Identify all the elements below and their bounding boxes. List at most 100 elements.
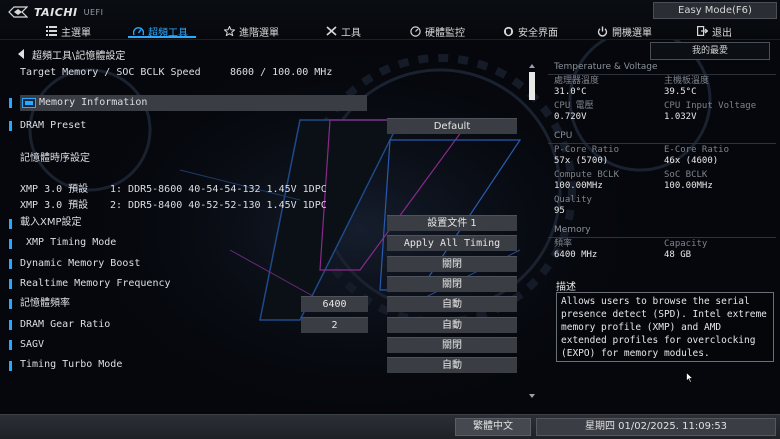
tab-exit-label: 退出: [712, 27, 732, 39]
cpu-input-voltage-label: CPU Input Voltage: [664, 101, 757, 111]
soc-bclk-value: 100.00MHz: [664, 181, 713, 191]
compute-bclk-value: 100.00MHz: [554, 181, 603, 191]
target-memory-value: 8600 / 100.00 MHz: [230, 67, 333, 78]
sagv-value[interactable]: 關閉: [387, 337, 517, 353]
favorites-button[interactable]: 我的最愛: [650, 42, 770, 60]
xmp-timing-mode-label[interactable]: XMP Timing Mode: [26, 236, 116, 250]
tab-boot-label: 開機選單: [612, 27, 652, 39]
tools-icon: [326, 26, 337, 36]
scroll-up-arrow-icon[interactable]: [529, 64, 535, 68]
power-icon: [597, 26, 608, 37]
temp-voltage-heading: Temperature & Voltage: [554, 62, 658, 72]
mb-temp-label: 主機板溫度: [664, 76, 710, 86]
row-marker: [9, 279, 12, 289]
tab-tools-label: 工具: [341, 27, 361, 39]
tab-boot[interactable]: 開機選單: [597, 22, 652, 40]
star-icon: [224, 26, 235, 36]
scrollbar-thumb[interactable]: [529, 72, 535, 100]
cpu-input-voltage-value: 1.032V: [664, 112, 697, 122]
target-memory-label: Target Memory / SOC BCLK Speed: [20, 67, 201, 78]
active-tab-underline: [128, 36, 196, 38]
row-marker: [9, 340, 12, 350]
xmp-profile-2-label: XMP 3.0 預設: [20, 200, 89, 211]
capacity-value: 48 GB: [664, 250, 692, 260]
brand-sub: UEFI: [83, 7, 104, 17]
tab-advanced-label: 進階選單: [239, 27, 279, 39]
divider: [548, 74, 776, 75]
quality-value: 95: [554, 206, 565, 216]
tab-advanced[interactable]: 進階選單: [224, 22, 279, 40]
row-marker: [9, 98, 12, 108]
back-arrow-icon[interactable]: [18, 49, 24, 59]
row-marker: [9, 259, 12, 269]
memory-information-label[interactable]: Memory Information: [39, 96, 147, 110]
row-marker: [9, 121, 12, 131]
tab-hw-monitor-label: 硬體監控: [425, 27, 465, 39]
row-marker: [9, 320, 12, 330]
xmp-profile-1-label: XMP 3.0 預設: [20, 184, 89, 195]
cpu-voltage-label: CPU 電壓: [554, 101, 594, 111]
tab-exit[interactable]: 退出: [697, 22, 732, 40]
cpu-heading: CPU: [554, 131, 573, 141]
timing-turbo-mode-value[interactable]: 自動: [387, 357, 517, 373]
cpu-voltage-value: 0.720V: [554, 112, 587, 122]
scrollbar[interactable]: [528, 68, 536, 400]
tab-main[interactable]: 主選單: [46, 22, 91, 40]
breadcrumb-text: 超頻工具\記憶體設定: [32, 50, 126, 62]
language-button[interactable]: 繁體中文: [455, 418, 531, 436]
realtime-memory-frequency-value[interactable]: 關閉: [387, 276, 517, 292]
exit-icon: [697, 26, 708, 36]
scroll-down-arrow-icon[interactable]: [529, 394, 535, 398]
row-marker: [9, 239, 12, 249]
pcore-ratio-value: 57x (5700): [554, 156, 609, 166]
cpu-temp-value: 31.0°C: [554, 87, 587, 97]
speedometer-icon: [133, 27, 144, 36]
sagv-label[interactable]: SAGV: [20, 338, 44, 352]
logo: TAICHI UEFI: [8, 5, 104, 19]
divider: [548, 237, 776, 238]
timing-turbo-mode-label[interactable]: Timing Turbo Mode: [20, 358, 122, 372]
tab-security[interactable]: 安全界面: [503, 22, 558, 40]
tab-hw-monitor[interactable]: 硬體監控: [410, 22, 465, 40]
row-marker: [9, 361, 12, 371]
xmp-timing-mode-value[interactable]: Apply All Timing: [387, 235, 517, 251]
brand-name: TAICHI: [34, 5, 78, 19]
ecore-ratio-value: 46x (4600): [664, 156, 719, 166]
cpu-temp-label: 處理器溫度: [554, 76, 600, 86]
memory-frequency-value[interactable]: 自動: [387, 296, 517, 312]
capacity-label: Capacity: [664, 239, 708, 249]
tab-main-label: 主選單: [61, 27, 91, 39]
mouse-cursor-icon: [686, 372, 694, 383]
dram-gear-ratio-value[interactable]: 自動: [387, 317, 517, 333]
main-nav: 主選單 超頻工具 進階選單 工具 硬體監控 安全界面 開機選單 退出: [0, 22, 780, 40]
memory-frequency-input[interactable]: 6400: [301, 296, 368, 312]
menu-list-icon: [46, 26, 57, 36]
dram-preset-value[interactable]: Default: [387, 118, 517, 134]
soc-bclk-label: SoC BCLK: [664, 170, 708, 180]
mb-temp-value: 39.5°C: [664, 87, 697, 97]
description-text: Allows users to browse the serial presen…: [556, 292, 774, 362]
easy-mode-button[interactable]: Easy Mode(F6): [653, 2, 777, 19]
realtime-memory-frequency-label[interactable]: Realtime Memory Frequency: [20, 277, 171, 291]
dram-preset-label[interactable]: DRAM Preset: [20, 119, 86, 133]
dram-gear-ratio-label[interactable]: DRAM Gear Ratio: [20, 318, 110, 332]
xmp-profile-1-value: 1: DDR5-8600 40-54-54-132 1.45V 1DPC: [110, 184, 327, 195]
dynamic-memory-boost-label[interactable]: Dynamic Memory Boost: [20, 257, 140, 271]
load-xmp-label[interactable]: 載入XMP設定: [20, 216, 82, 230]
breadcrumb[interactable]: 超頻工具\記憶體設定: [18, 47, 126, 62]
quality-label: Quality: [554, 195, 592, 205]
dynamic-memory-boost-value[interactable]: 關閉: [387, 256, 517, 272]
load-xmp-value[interactable]: 設置文件 1: [387, 215, 517, 231]
memory-module-icon: [22, 98, 36, 108]
memory-heading: Memory: [554, 225, 591, 235]
taichi-logo-icon: [8, 6, 28, 18]
info-panel: Temperature & Voltage 處理器溫度 31.0°C 主機板溫度…: [548, 62, 776, 412]
timing-section-heading: 記憶體時序設定: [20, 153, 90, 164]
dram-gear-ratio-input[interactable]: 2: [301, 317, 368, 333]
memory-frequency-label[interactable]: 記憶體頻率: [20, 297, 70, 311]
monitor-gauge-icon: [410, 25, 421, 37]
top-bar: TAICHI UEFI Easy Mode(F6) 主選單 超頻工具 進階選單: [0, 0, 780, 40]
row-marker: [9, 299, 12, 309]
xmp-profile-2-value: 2: DDR5-8400 40-52-52-130 1.45V 1DPC: [110, 200, 327, 211]
tab-tools[interactable]: 工具: [326, 22, 361, 40]
